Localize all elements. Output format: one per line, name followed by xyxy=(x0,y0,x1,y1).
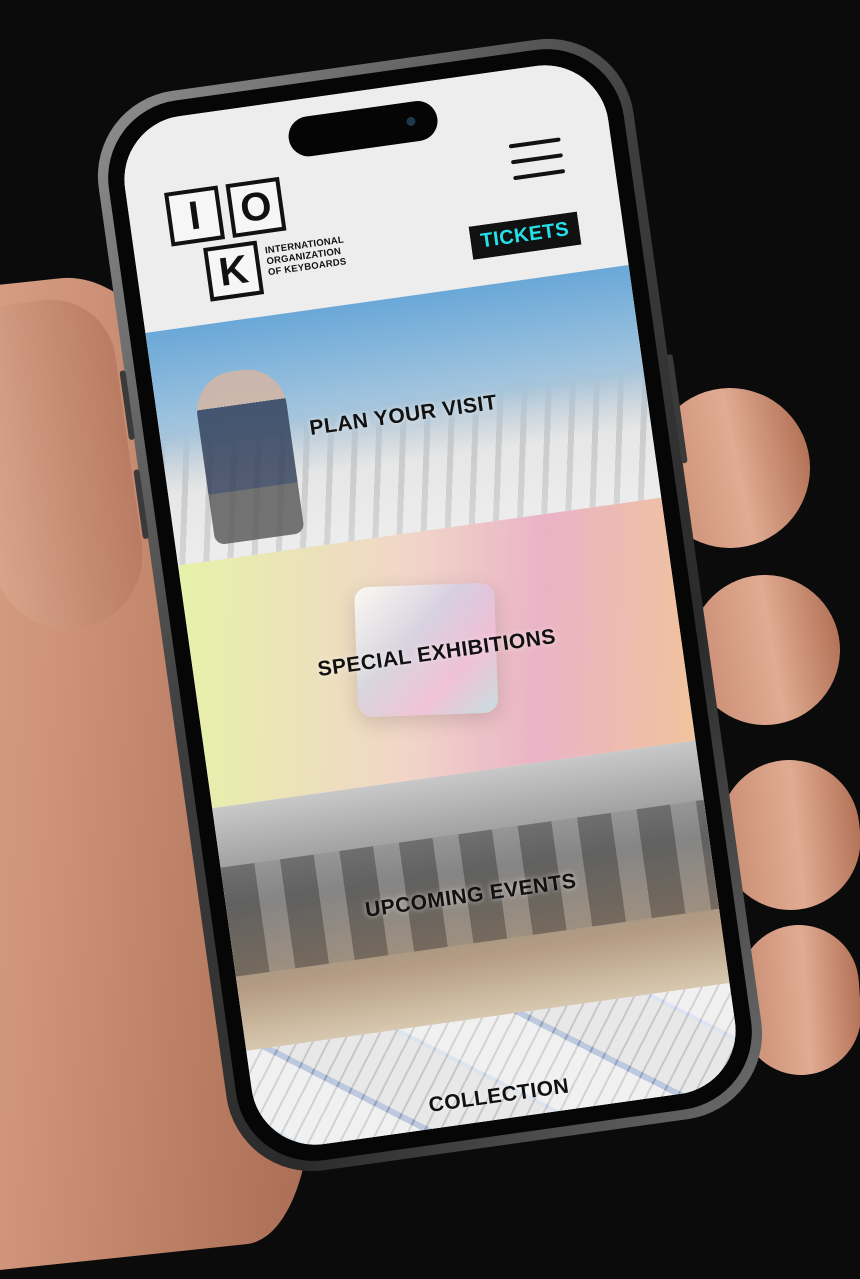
hamburger-menu-icon[interactable] xyxy=(508,137,566,181)
section-label: COLLECTION xyxy=(427,1074,571,1117)
iok-logo[interactable]: I O K INTERNATIONAL ORGANIZATION OF KEYB… xyxy=(164,167,370,322)
logo-letter-k: K xyxy=(216,247,251,295)
section-label: PLAN YOUR VISIT xyxy=(308,390,499,440)
logo-box-i: I xyxy=(164,185,226,247)
logo-box-k: K xyxy=(203,240,265,302)
camera-icon xyxy=(405,116,417,127)
logo-letter-i: I xyxy=(185,193,204,239)
menu-bar xyxy=(508,137,561,149)
menu-bar xyxy=(510,153,563,165)
logo-letter-o: O xyxy=(237,183,275,232)
logo-box-o: O xyxy=(225,176,287,238)
tickets-button[interactable]: TICKETS xyxy=(468,211,582,260)
menu-bar xyxy=(513,169,566,181)
section-label: UPCOMING EVENTS xyxy=(363,868,578,922)
logo-text: INTERNATIONAL ORGANIZATION OF KEYBOARDS xyxy=(264,230,378,278)
